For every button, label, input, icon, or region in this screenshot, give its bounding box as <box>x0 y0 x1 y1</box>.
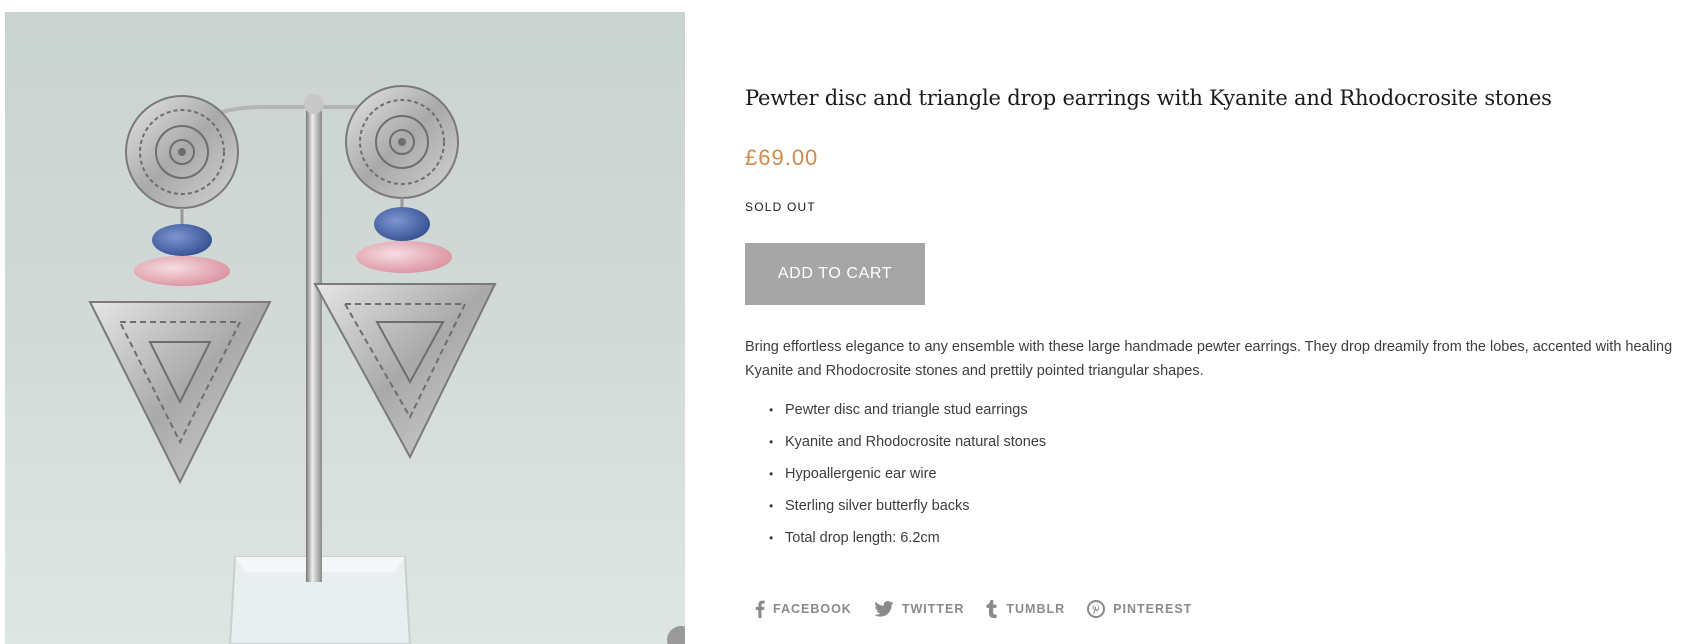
facebook-icon <box>755 600 765 618</box>
feature-item: Sterling silver butterfly backs <box>745 494 1046 526</box>
share-tumblr-link[interactable]: TUMBLR <box>986 600 1065 618</box>
tumblr-icon <box>986 600 997 618</box>
share-pinterest-label: PINTEREST <box>1113 602 1193 616</box>
twitter-icon <box>874 601 894 617</box>
product-title: Pewter disc and triangle drop earrings w… <box>745 86 1552 110</box>
feature-item: Kyanite and Rhodocrosite natural stones <box>745 430 1046 462</box>
share-twitter-link[interactable]: TWITTER <box>874 601 965 617</box>
share-pinterest-link[interactable]: PINTEREST <box>1087 600 1192 618</box>
right-earring <box>313 85 497 460</box>
add-to-cart-button[interactable]: ADD TO CART <box>745 243 925 305</box>
left-earring <box>88 95 272 485</box>
feature-item: Hypoallergenic ear wire <box>745 462 1046 494</box>
feature-item: Pewter disc and triangle stud earrings <box>745 398 1046 430</box>
feature-item: Total drop length: 6.2cm <box>745 526 1046 558</box>
share-tumblr-label: TUMBLR <box>1006 602 1066 616</box>
share-facebook-label: FACEBOOK <box>773 602 852 616</box>
stock-status: SOLD OUT <box>745 200 816 214</box>
product-description: Bring effortless elegance to any ensembl… <box>745 339 1673 379</box>
share-twitter-label: TWITTER <box>901 602 965 616</box>
share-links: FACEBOOK TWITTER TUMBLR PINTEREST <box>755 600 1192 618</box>
product-page: Pewter disc and triangle drop earrings w… <box>0 0 1707 644</box>
pinterest-icon <box>1087 600 1106 618</box>
product-price: £69.00 <box>745 145 819 170</box>
product-image[interactable] <box>5 12 685 644</box>
feature-list: Pewter disc and triangle stud earrings K… <box>745 398 1046 558</box>
share-facebook-link[interactable]: FACEBOOK <box>755 600 852 618</box>
